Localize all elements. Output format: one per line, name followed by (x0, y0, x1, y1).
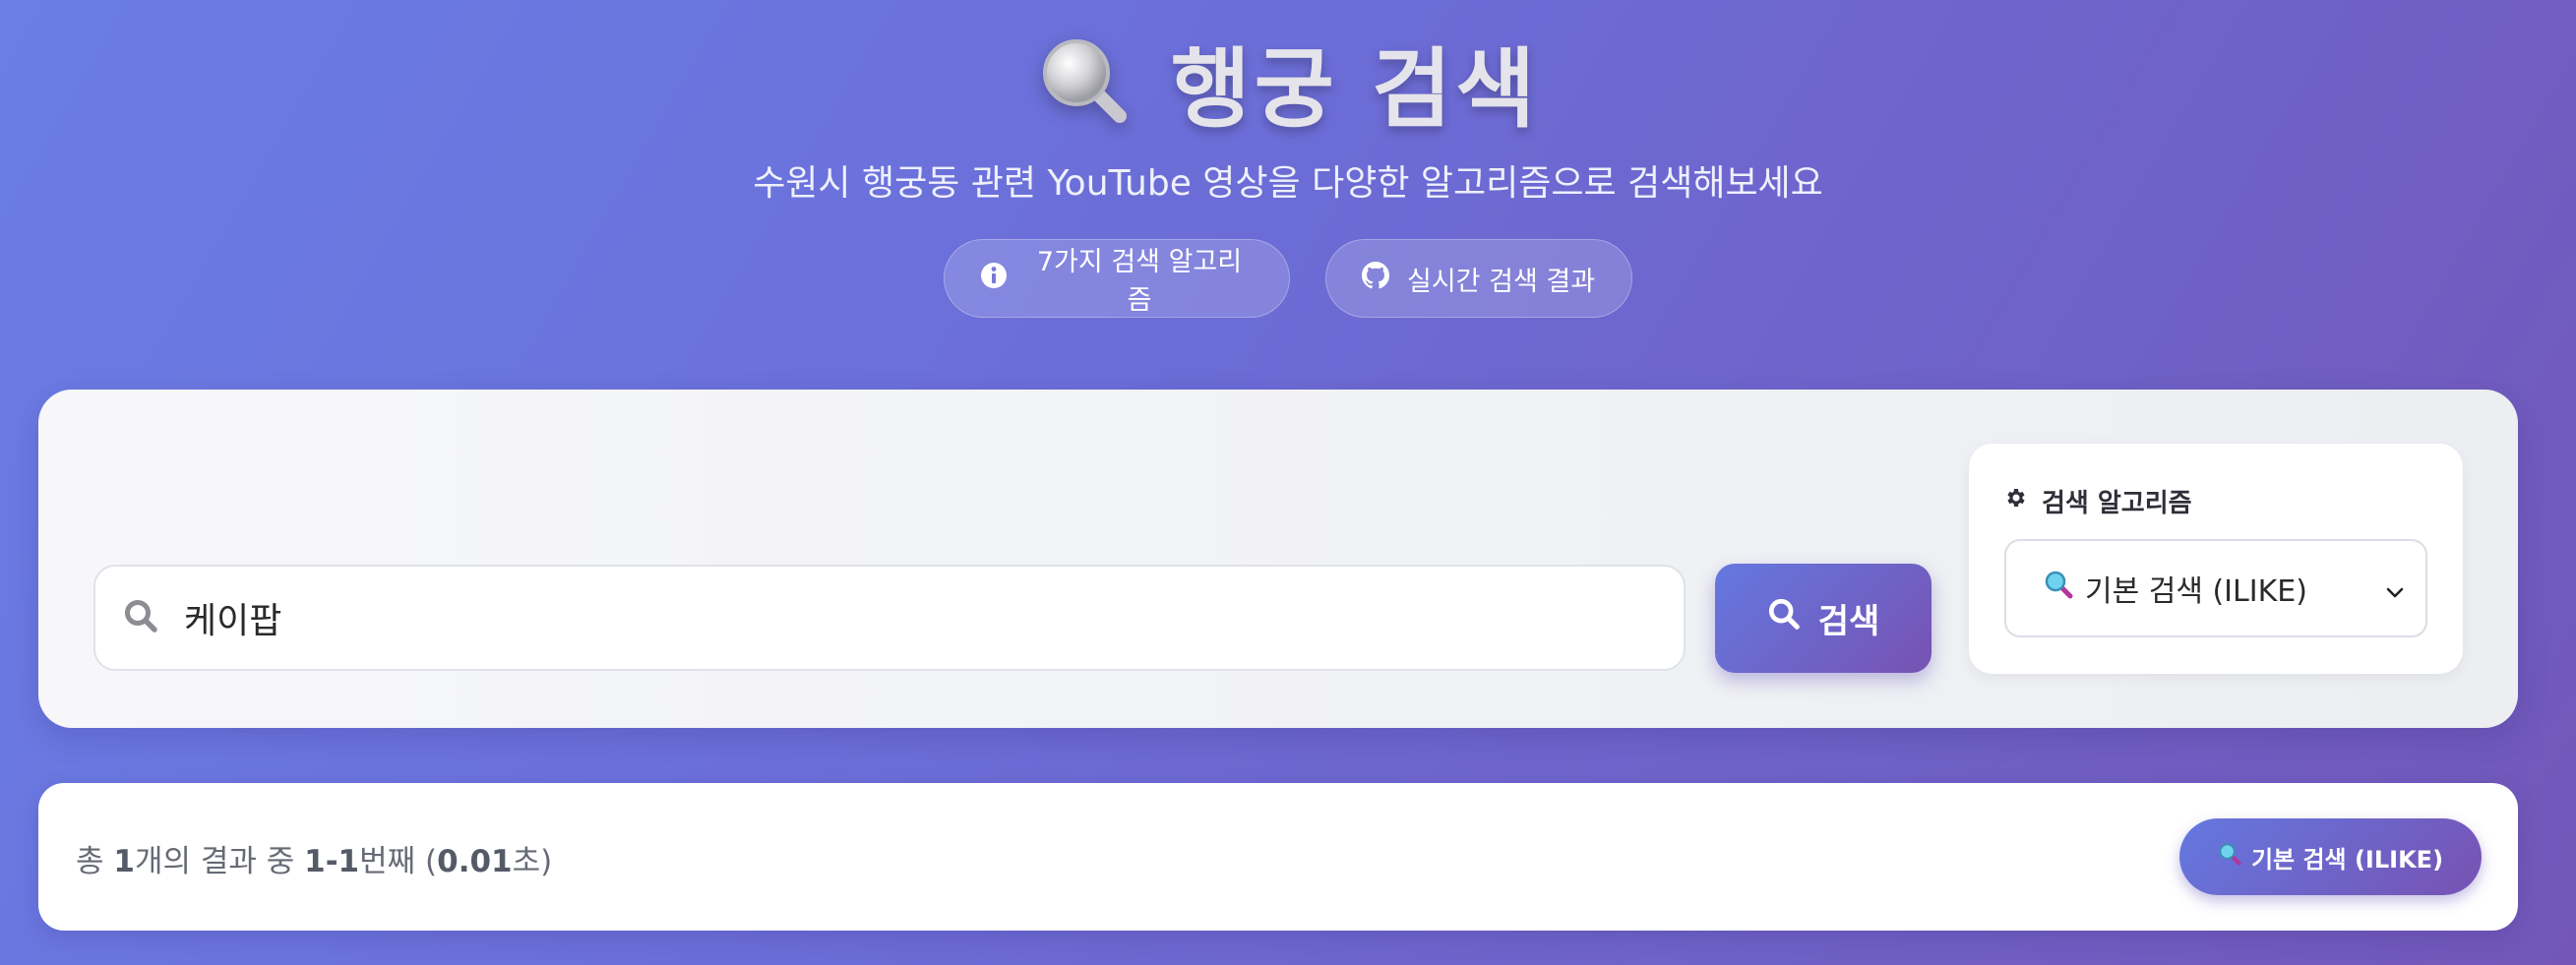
algorithm-selected-value: 기본 검색 (ILIKE) (2085, 574, 2307, 609)
algorithm-select[interactable]: 기본 검색 (ILIKE) (2004, 539, 2427, 637)
magnifier-emoji-icon (2218, 842, 2241, 872)
feature-pills: 7가지 검색 알고리즘 실시간 검색 결과 (0, 239, 2576, 318)
search-button-label: 검색 (1817, 602, 1880, 641)
realtime-results-button[interactable]: 실시간 검색 결과 (1325, 239, 1632, 318)
realtime-results-label: 실시간 검색 결과 (1407, 266, 1596, 297)
results-mid: 개의 결과 중 (134, 844, 305, 879)
magnifier-emoji-icon (2044, 570, 2073, 607)
gear-icon (2004, 486, 2028, 516)
algorithm-label-text: 검색 알고리즘 (2042, 489, 2192, 518)
search-panel: 케이팝 검색 검색 알고리즘 기본 검색 (ILIKE) (38, 390, 2518, 728)
results-time: 0.01 (437, 844, 513, 879)
results-total: 1 (113, 844, 135, 879)
results-range: 1-1 (304, 844, 360, 879)
search-button[interactable]: 검색 (1715, 564, 1932, 673)
algorithm-label: 검색 알고리즘 (2004, 483, 2192, 519)
results-prefix: 총 (76, 844, 114, 879)
page-title: 행궁 검색 (1170, 38, 1540, 140)
search-icon (123, 598, 158, 637)
search-query-value[interactable]: 케이팝 (184, 592, 281, 643)
title-row: 행궁 검색 (0, 20, 2576, 145)
github-icon (1362, 261, 1389, 296)
algorithms-info-label: 7가지 검색 알고리즘 (1036, 247, 1243, 316)
results-summary: 총 1개의 결과 중 1-1번째 (0.01초) (76, 836, 552, 880)
algorithm-badge: 기본 검색 (ILIKE) (2179, 818, 2482, 895)
search-icon (1767, 597, 1801, 639)
algorithm-badge-label: 기본 검색 (ILIKE) (2250, 845, 2444, 874)
info-circle-icon (980, 262, 1008, 296)
results-suffix: 초) (512, 844, 553, 879)
algorithms-info-button[interactable]: 7가지 검색 알고리즘 (944, 239, 1290, 318)
magnifier-icon (1037, 33, 1132, 132)
chevron-down-icon (2384, 576, 2406, 611)
page-subtitle: 수원시 행궁동 관련 YouTube 영상을 다양한 알고리즘으로 검색해보세요 (753, 163, 1823, 204)
algorithm-card: 검색 알고리즘 기본 검색 (ILIKE) (1969, 444, 2463, 674)
results-unit: 번째 ( (359, 844, 438, 879)
results-summary-bar: 총 1개의 결과 중 1-1번째 (0.01초) 기본 검색 (ILIKE) (38, 783, 2518, 931)
search-input[interactable]: 케이팝 (93, 565, 1686, 671)
